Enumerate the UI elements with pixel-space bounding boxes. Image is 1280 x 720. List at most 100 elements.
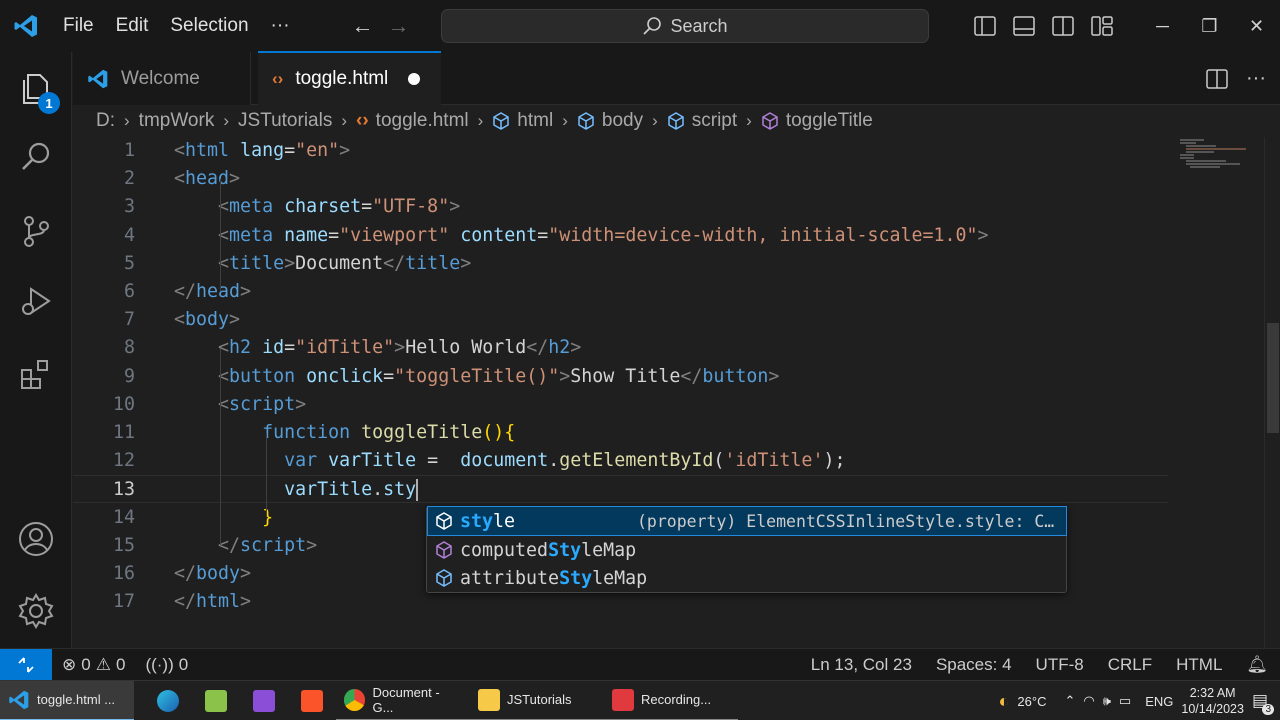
breadcrumb-symbol-script[interactable]: script <box>667 110 737 132</box>
snipping-tool-icon[interactable] <box>192 681 240 720</box>
settings-gear-icon[interactable] <box>0 576 72 646</box>
property-cube-icon <box>428 569 460 587</box>
menu-selection[interactable]: Selection <box>159 0 259 52</box>
line-number: 17 <box>112 591 135 613</box>
more-actions-icon[interactable]: ··· <box>1236 67 1266 90</box>
code-line[interactable]: 3 <meta charset="UTF-8"> <box>73 193 1168 221</box>
code-text: <title>Document</title> <box>218 252 472 274</box>
wifi-icon[interactable]: ◠ <box>1083 693 1094 709</box>
breadcrumb-symbol-body[interactable]: body <box>577 110 643 132</box>
search-view-icon[interactable] <box>0 122 72 192</box>
breadcrumb-symbol-function[interactable]: toggleTitle <box>761 110 873 132</box>
vscode-logo-icon <box>9 690 29 709</box>
source-control-icon[interactable] <box>0 196 72 266</box>
line-number: 14 <box>112 506 135 528</box>
encoding[interactable]: UTF-8 <box>1024 655 1096 675</box>
visual-studio-icon[interactable] <box>240 681 288 720</box>
breadcrumb-folder-jstutorials[interactable]: JSTutorials <box>238 110 332 132</box>
split-editor-icon[interactable] <box>1206 68 1228 89</box>
cursor-position[interactable]: Ln 13, Col 23 <box>799 655 924 675</box>
code-text: </html> <box>174 591 252 613</box>
breadcrumb-drive[interactable]: D: <box>96 110 115 132</box>
volume-icon[interactable]: 🕪︎ <box>1103 693 1111 709</box>
unsaved-dot-icon[interactable] <box>408 73 421 85</box>
customize-layout-icon[interactable] <box>1082 0 1121 52</box>
language-indicator[interactable]: ENG <box>1139 694 1173 709</box>
explorer-icon[interactable]: 1 <box>0 54 72 124</box>
scrollbar-thumb[interactable] <box>1267 323 1279 433</box>
battery-icon[interactable]: ▭ <box>1119 693 1131 709</box>
taskbar-app-vscode[interactable]: toggle.html ... <box>0 680 134 720</box>
ports-status[interactable]: ((·)) 0 <box>135 655 198 675</box>
suggestion-item[interactable]: computedStyleMap <box>428 536 1066 564</box>
code-line[interactable]: 2 <head> <box>73 165 1168 193</box>
menu-file[interactable]: File <box>52 0 105 52</box>
menu-edit[interactable]: Edit <box>105 0 160 52</box>
toggle-panel-icon[interactable] <box>1004 0 1043 52</box>
code-line[interactable]: 12 var varTitle = document.getElementByI… <box>73 447 1168 475</box>
weather-icon[interactable]: ◐ <box>999 691 1010 712</box>
clock[interactable]: 2:32 AM 10/14/2023 <box>1181 685 1244 717</box>
suggestion-label: attributeStyleMap <box>460 567 648 589</box>
weather-temp[interactable]: 26°C <box>1017 694 1046 709</box>
search-icon <box>643 17 662 35</box>
window-controls: ─ ❐ ✕ <box>965 0 1280 52</box>
code-line[interactable]: 13 varTitle.sty <box>73 475 1168 504</box>
indent-guide <box>220 349 221 545</box>
extensions-icon[interactable] <box>0 340 72 410</box>
code-text: <meta name="viewport" content="width=dev… <box>218 224 989 246</box>
code-line[interactable]: 8 <h2 id="idTitle">Hello World</h2> <box>73 334 1168 362</box>
menu-more[interactable]: ··· <box>260 0 301 52</box>
indentation[interactable]: Spaces: 4 <box>924 655 1024 675</box>
code-line[interactable]: 9 <button onclick="toggleTitle()">Show T… <box>73 363 1168 391</box>
remote-indicator[interactable] <box>0 648 52 681</box>
code-line[interactable]: 7 <body> <box>73 306 1168 334</box>
tab-welcome[interactable]: Welcome <box>73 52 251 105</box>
run-debug-icon[interactable] <box>0 266 72 336</box>
tab-toggle-html[interactable]: ‹› toggle.html <box>258 51 441 105</box>
brave-browser-icon[interactable] <box>288 681 336 720</box>
suggestion-item[interactable]: attributeStyleMap <box>428 564 1066 592</box>
forward-arrow-icon[interactable]: → <box>381 8 417 44</box>
code-text: </script> <box>218 534 318 556</box>
notifications-bell-icon[interactable]: 🔔︎ <box>1234 655 1280 675</box>
taskbar-app-explorer[interactable]: JSTutorials <box>470 681 604 720</box>
code-line[interactable]: 11 function toggleTitle(){ <box>73 419 1168 447</box>
breadcrumb-file[interactable]: ‹› toggle.html <box>356 110 469 132</box>
problems-status[interactable]: ⊗ 0 ⚠ 0 <box>52 655 135 675</box>
suggestion-label: computedStyleMap <box>460 539 637 561</box>
taskbar-app-label: toggle.html ... <box>37 692 116 707</box>
property-cube-icon <box>428 512 460 530</box>
minimize-button[interactable]: ─ <box>1139 0 1186 52</box>
restore-button[interactable]: ❐ <box>1186 0 1233 52</box>
end-of-line[interactable]: CRLF <box>1096 655 1164 675</box>
code-line[interactable]: 10 <script> <box>73 391 1168 419</box>
vertical-scrollbar[interactable] <box>1264 137 1280 648</box>
toggle-primary-sidebar-icon[interactable] <box>965 0 1004 52</box>
edge-browser-icon[interactable] <box>144 681 192 720</box>
taskbar-app-chrome[interactable]: Document - G... <box>336 681 470 720</box>
code-line[interactable]: 5 <title>Document</title> <box>73 250 1168 278</box>
chevron-up-icon[interactable]: ⌃ <box>1054 693 1075 709</box>
command-center-search[interactable]: Search <box>441 9 929 43</box>
breadcrumb-folder-tmpwork[interactable]: tmpWork <box>139 110 215 132</box>
taskbar-app-recording[interactable]: Recording... <box>604 681 738 720</box>
notification-center-icon[interactable]: ▤ 3 <box>1252 691 1274 715</box>
accounts-icon[interactable] <box>0 504 72 574</box>
status-bar: ⊗ 0 ⚠ 0 ((·)) 0 Ln 13, Col 23 Spaces: 4 UTF… <box>0 648 1280 681</box>
breadcrumb-function-label: toggleTitle <box>785 110 873 131</box>
breadcrumb-symbol-html[interactable]: html <box>492 110 553 132</box>
taskbar-app-label: JSTutorials <box>507 692 572 707</box>
line-number: 2 <box>123 168 135 190</box>
close-button[interactable]: ✕ <box>1233 0 1280 52</box>
code-line[interactable]: 4 <meta name="viewport" content="width=d… <box>73 222 1168 250</box>
suggestion-detail: (property) ElementCSSInlineStyle.style: … <box>637 511 1055 531</box>
suggestion-item[interactable]: style (property) ElementCSSInlineStyle.s… <box>427 506 1067 536</box>
code-line[interactable]: 6 </head> <box>73 278 1168 306</box>
code-line[interactable]: 1 <html lang="en"> <box>73 137 1168 165</box>
notification-count: 3 <box>1262 704 1274 715</box>
language-mode[interactable]: HTML <box>1164 655 1234 675</box>
minimap[interactable] <box>1176 137 1248 177</box>
back-arrow-icon[interactable]: ← <box>345 8 381 44</box>
toggle-secondary-sidebar-icon[interactable] <box>1043 0 1082 52</box>
